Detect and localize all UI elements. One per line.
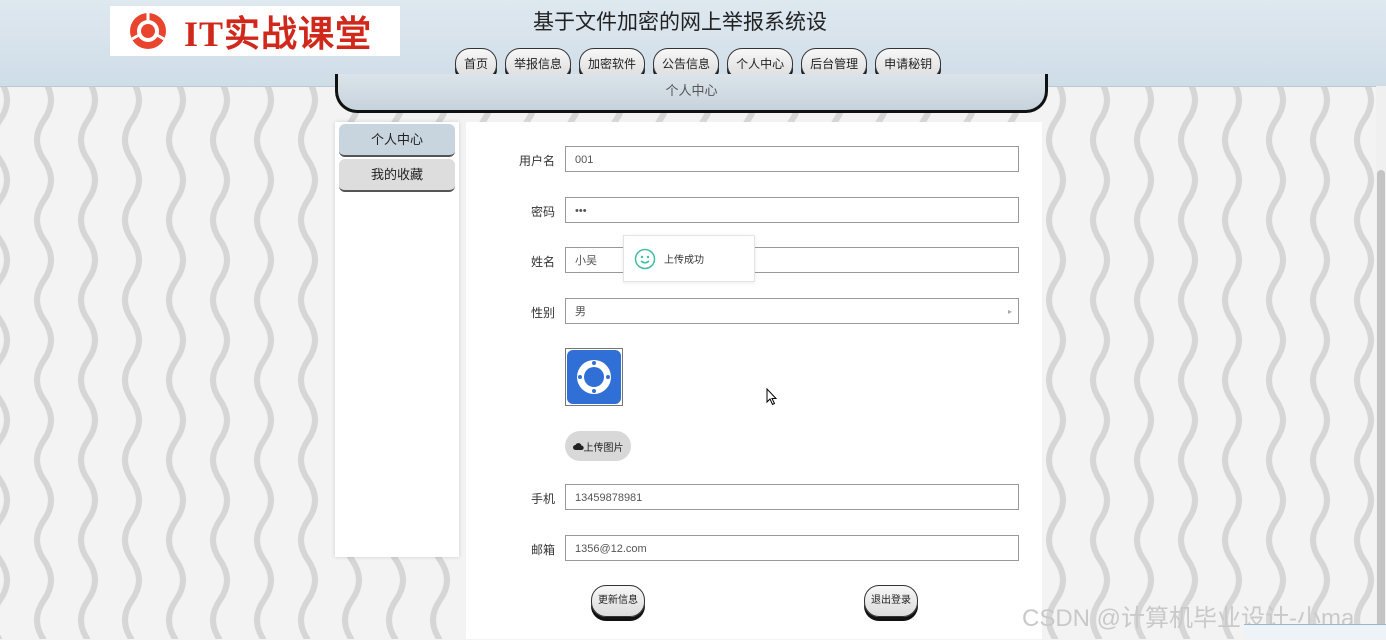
gender-select[interactable]: 男 ▸: [565, 298, 1019, 324]
sidebar: 个人中心 我的收藏: [335, 122, 459, 557]
password-field[interactable]: •••: [565, 197, 1019, 223]
scrollbar-thumb[interactable]: [1377, 170, 1385, 630]
phone-field[interactable]: 13459878981: [565, 484, 1019, 510]
upload-image-button[interactable]: 上传图片: [565, 431, 631, 461]
phone-label: 手机: [530, 492, 555, 506]
phone-row: 手机 13459878981: [466, 484, 1042, 512]
logo-text: IT实战课堂: [184, 14, 373, 54]
gender-value: 男: [575, 306, 586, 318]
toast-notification: 上传成功: [623, 235, 755, 282]
lifebuoy-app-icon: [567, 350, 621, 404]
breadcrumb: 个人中心: [335, 74, 1048, 113]
update-info-button[interactable]: 更新信息: [591, 585, 645, 617]
profile-form: 用户名 001 密码 ••• 姓名 小吴 性别 男 ▸ 上传图片 手机 1345…: [466, 122, 1042, 639]
breadcrumb-title: 个人中心: [665, 83, 718, 98]
logo[interactable]: IT实战课堂: [110, 6, 400, 56]
upload-image-label: 上传图片: [583, 442, 624, 454]
gender-label: 性别: [530, 306, 555, 320]
gender-row: 性别 男 ▸: [466, 298, 1042, 326]
logout-button[interactable]: 退出登录: [864, 585, 918, 617]
email-row: 邮箱 1356@12.com: [466, 535, 1042, 563]
email-label: 邮箱: [530, 543, 555, 557]
cloud-upload-icon: [572, 442, 584, 450]
username-field[interactable]: 001: [565, 146, 1019, 172]
name-label: 姓名: [530, 255, 555, 269]
username-label: 用户名: [518, 154, 555, 168]
sidebar-item-personal-center[interactable]: 个人中心: [339, 124, 455, 157]
toast-message: 上传成功: [664, 255, 704, 266]
password-label: 密码: [530, 205, 555, 219]
browser-logo-icon: [130, 13, 166, 49]
site-title: 基于文件加密的网上举报系统设: [533, 11, 827, 34]
smile-icon: [634, 248, 656, 269]
sidebar-item-favorites[interactable]: 我的收藏: [339, 159, 455, 192]
avatar: [565, 348, 623, 406]
chevron-down-icon: ▸: [1007, 307, 1012, 316]
mouse-cursor-icon: [766, 388, 778, 406]
system-tray: [1244, 624, 1386, 640]
email-field[interactable]: 1356@12.com: [565, 535, 1019, 561]
password-row: 密码 •••: [466, 197, 1042, 225]
username-row: 用户名 001: [466, 146, 1042, 174]
